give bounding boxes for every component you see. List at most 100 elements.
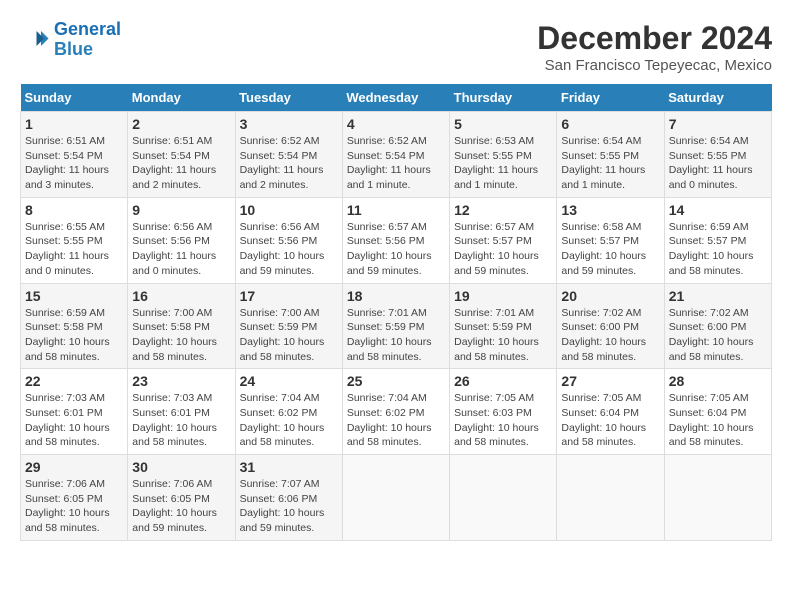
- day-info: Sunrise: 6:56 AM Sunset: 5:56 PM Dayligh…: [132, 220, 230, 279]
- calendar-cell: 26 Sunrise: 7:05 AM Sunset: 6:03 PM Dayl…: [450, 369, 557, 455]
- day-number: 14: [669, 202, 767, 218]
- calendar-week-0: 1 Sunrise: 6:51 AM Sunset: 5:54 PM Dayli…: [21, 112, 772, 198]
- day-info: Sunrise: 6:53 AM Sunset: 5:55 PM Dayligh…: [454, 134, 552, 193]
- calendar-cell: 6 Sunrise: 6:54 AM Sunset: 5:55 PM Dayli…: [557, 112, 664, 198]
- calendar-header-row: Sunday Monday Tuesday Wednesday Thursday…: [21, 84, 772, 112]
- day-number: 10: [240, 202, 338, 218]
- calendar-cell: 9 Sunrise: 6:56 AM Sunset: 5:56 PM Dayli…: [128, 197, 235, 283]
- calendar-cell: 30 Sunrise: 7:06 AM Sunset: 6:05 PM Dayl…: [128, 455, 235, 541]
- day-info: Sunrise: 6:59 AM Sunset: 5:57 PM Dayligh…: [669, 220, 767, 279]
- title-block: December 2024 San Francisco Tepeyecac, M…: [537, 20, 772, 74]
- day-number: 21: [669, 288, 767, 304]
- calendar-cell: [557, 455, 664, 541]
- day-number: 22: [25, 373, 123, 389]
- day-number: 12: [454, 202, 552, 218]
- day-number: 24: [240, 373, 338, 389]
- day-info: Sunrise: 6:51 AM Sunset: 5:54 PM Dayligh…: [25, 134, 123, 193]
- calendar-cell: 13 Sunrise: 6:58 AM Sunset: 5:57 PM Dayl…: [557, 197, 664, 283]
- calendar-cell: 3 Sunrise: 6:52 AM Sunset: 5:54 PM Dayli…: [235, 112, 342, 198]
- calendar-cell: 22 Sunrise: 7:03 AM Sunset: 6:01 PM Dayl…: [21, 369, 128, 455]
- day-number: 3: [240, 116, 338, 132]
- day-number: 23: [132, 373, 230, 389]
- day-info: Sunrise: 6:57 AM Sunset: 5:56 PM Dayligh…: [347, 220, 445, 279]
- calendar-cell: 31 Sunrise: 7:07 AM Sunset: 6:06 PM Dayl…: [235, 455, 342, 541]
- calendar-cell: 2 Sunrise: 6:51 AM Sunset: 5:54 PM Dayli…: [128, 112, 235, 198]
- calendar-cell: 18 Sunrise: 7:01 AM Sunset: 5:59 PM Dayl…: [342, 283, 449, 369]
- logo-icon: [20, 25, 50, 55]
- day-info: Sunrise: 6:54 AM Sunset: 5:55 PM Dayligh…: [561, 134, 659, 193]
- calendar-week-3: 22 Sunrise: 7:03 AM Sunset: 6:01 PM Dayl…: [21, 369, 772, 455]
- calendar-cell: 11 Sunrise: 6:57 AM Sunset: 5:56 PM Dayl…: [342, 197, 449, 283]
- day-info: Sunrise: 7:02 AM Sunset: 6:00 PM Dayligh…: [669, 306, 767, 365]
- calendar-cell: 8 Sunrise: 6:55 AM Sunset: 5:55 PM Dayli…: [21, 197, 128, 283]
- day-info: Sunrise: 6:57 AM Sunset: 5:57 PM Dayligh…: [454, 220, 552, 279]
- calendar-cell: 4 Sunrise: 6:52 AM Sunset: 5:54 PM Dayli…: [342, 112, 449, 198]
- day-number: 1: [25, 116, 123, 132]
- calendar-cell: 29 Sunrise: 7:06 AM Sunset: 6:05 PM Dayl…: [21, 455, 128, 541]
- day-info: Sunrise: 6:52 AM Sunset: 5:54 PM Dayligh…: [347, 134, 445, 193]
- day-number: 8: [25, 202, 123, 218]
- logo-text: General Blue: [54, 20, 121, 60]
- day-number: 31: [240, 459, 338, 475]
- day-info: Sunrise: 6:54 AM Sunset: 5:55 PM Dayligh…: [669, 134, 767, 193]
- day-number: 18: [347, 288, 445, 304]
- day-number: 30: [132, 459, 230, 475]
- calendar-cell: 1 Sunrise: 6:51 AM Sunset: 5:54 PM Dayli…: [21, 112, 128, 198]
- logo-line1: General: [54, 19, 121, 39]
- calendar-week-4: 29 Sunrise: 7:06 AM Sunset: 6:05 PM Dayl…: [21, 455, 772, 541]
- calendar-cell: 23 Sunrise: 7:03 AM Sunset: 6:01 PM Dayl…: [128, 369, 235, 455]
- calendar-cell: [450, 455, 557, 541]
- day-number: 26: [454, 373, 552, 389]
- day-number: 2: [132, 116, 230, 132]
- day-info: Sunrise: 7:00 AM Sunset: 5:59 PM Dayligh…: [240, 306, 338, 365]
- day-number: 28: [669, 373, 767, 389]
- header-thursday: Thursday: [450, 84, 557, 112]
- day-number: 20: [561, 288, 659, 304]
- calendar-cell: [664, 455, 771, 541]
- day-info: Sunrise: 6:55 AM Sunset: 5:55 PM Dayligh…: [25, 220, 123, 279]
- day-info: Sunrise: 7:05 AM Sunset: 6:03 PM Dayligh…: [454, 391, 552, 450]
- day-info: Sunrise: 6:56 AM Sunset: 5:56 PM Dayligh…: [240, 220, 338, 279]
- calendar-cell: 16 Sunrise: 7:00 AM Sunset: 5:58 PM Dayl…: [128, 283, 235, 369]
- header-tuesday: Tuesday: [235, 84, 342, 112]
- day-info: Sunrise: 7:03 AM Sunset: 6:01 PM Dayligh…: [25, 391, 123, 450]
- day-number: 29: [25, 459, 123, 475]
- calendar-cell: 28 Sunrise: 7:05 AM Sunset: 6:04 PM Dayl…: [664, 369, 771, 455]
- day-number: 5: [454, 116, 552, 132]
- header-saturday: Saturday: [664, 84, 771, 112]
- day-info: Sunrise: 7:01 AM Sunset: 5:59 PM Dayligh…: [454, 306, 552, 365]
- day-number: 6: [561, 116, 659, 132]
- calendar-cell: 20 Sunrise: 7:02 AM Sunset: 6:00 PM Dayl…: [557, 283, 664, 369]
- day-info: Sunrise: 7:00 AM Sunset: 5:58 PM Dayligh…: [132, 306, 230, 365]
- day-info: Sunrise: 7:05 AM Sunset: 6:04 PM Dayligh…: [561, 391, 659, 450]
- calendar-cell: 24 Sunrise: 7:04 AM Sunset: 6:02 PM Dayl…: [235, 369, 342, 455]
- day-number: 13: [561, 202, 659, 218]
- calendar-cell: 10 Sunrise: 6:56 AM Sunset: 5:56 PM Dayl…: [235, 197, 342, 283]
- calendar-cell: 14 Sunrise: 6:59 AM Sunset: 5:57 PM Dayl…: [664, 197, 771, 283]
- day-info: Sunrise: 6:59 AM Sunset: 5:58 PM Dayligh…: [25, 306, 123, 365]
- calendar-cell: 7 Sunrise: 6:54 AM Sunset: 5:55 PM Dayli…: [664, 112, 771, 198]
- day-number: 17: [240, 288, 338, 304]
- header-wednesday: Wednesday: [342, 84, 449, 112]
- calendar-cell: [342, 455, 449, 541]
- day-info: Sunrise: 6:58 AM Sunset: 5:57 PM Dayligh…: [561, 220, 659, 279]
- day-info: Sunrise: 7:06 AM Sunset: 6:05 PM Dayligh…: [25, 477, 123, 536]
- day-info: Sunrise: 7:05 AM Sunset: 6:04 PM Dayligh…: [669, 391, 767, 450]
- day-number: 16: [132, 288, 230, 304]
- day-number: 27: [561, 373, 659, 389]
- day-info: Sunrise: 6:52 AM Sunset: 5:54 PM Dayligh…: [240, 134, 338, 193]
- header-sunday: Sunday: [21, 84, 128, 112]
- day-info: Sunrise: 7:07 AM Sunset: 6:06 PM Dayligh…: [240, 477, 338, 536]
- calendar-cell: 27 Sunrise: 7:05 AM Sunset: 6:04 PM Dayl…: [557, 369, 664, 455]
- day-number: 11: [347, 202, 445, 218]
- day-info: Sunrise: 7:04 AM Sunset: 6:02 PM Dayligh…: [347, 391, 445, 450]
- day-info: Sunrise: 7:02 AM Sunset: 6:00 PM Dayligh…: [561, 306, 659, 365]
- calendar-cell: 17 Sunrise: 7:00 AM Sunset: 5:59 PM Dayl…: [235, 283, 342, 369]
- logo: General Blue: [20, 20, 121, 60]
- header-monday: Monday: [128, 84, 235, 112]
- header-friday: Friday: [557, 84, 664, 112]
- calendar-week-1: 8 Sunrise: 6:55 AM Sunset: 5:55 PM Dayli…: [21, 197, 772, 283]
- day-number: 19: [454, 288, 552, 304]
- day-info: Sunrise: 7:06 AM Sunset: 6:05 PM Dayligh…: [132, 477, 230, 536]
- calendar-cell: 12 Sunrise: 6:57 AM Sunset: 5:57 PM Dayl…: [450, 197, 557, 283]
